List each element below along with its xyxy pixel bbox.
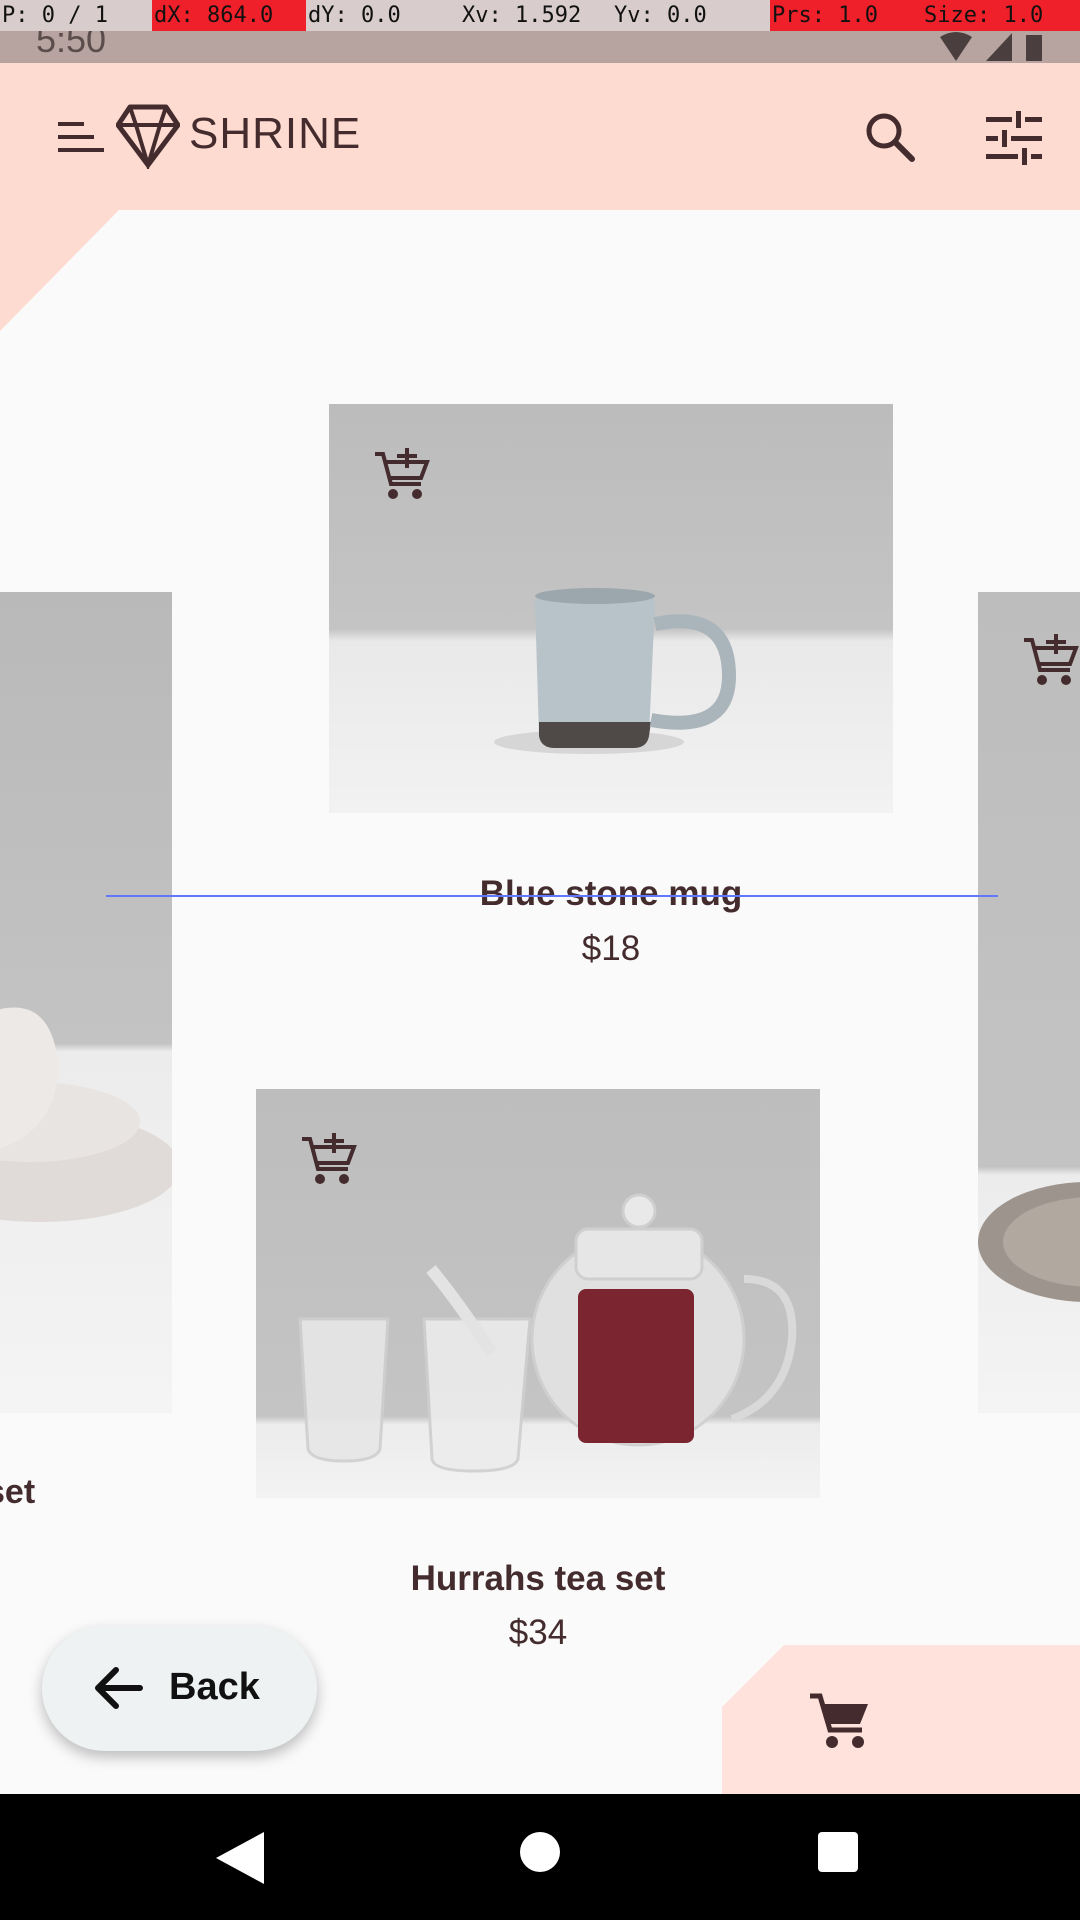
menu-icon[interactable] — [58, 118, 108, 158]
left-partial-title-text: set — [0, 1473, 36, 1511]
back-button-label: Back — [169, 1666, 260, 1708]
add-to-cart-icon[interactable] — [300, 1133, 358, 1191]
product-price: $18 — [581, 929, 641, 968]
signal-icon — [986, 33, 1012, 61]
pointer-trace-line — [106, 895, 998, 897]
debug-xv: Xv: 1.592 — [462, 3, 582, 28]
pointer-debug-overlay: P: 0 / 1 dX: 864.0 dY: 0.0 Xv: 1.592 Yv:… — [0, 0, 1080, 31]
diamond-logo-icon — [116, 104, 180, 169]
system-nav-bar — [0, 1794, 1080, 1920]
debug-pointer-count: P: 0 / 1 — [2, 3, 108, 28]
product-title: Hurrahs tea set — [410, 1559, 666, 1598]
add-to-cart-icon[interactable] — [373, 448, 431, 506]
status-icons — [938, 31, 1044, 63]
nav-back-icon[interactable] — [212, 1828, 268, 1888]
right-partial-product-image[interactable] — [978, 592, 1080, 1413]
app-bar: SHRINE — [0, 63, 1080, 210]
arrow-back-icon — [95, 1667, 143, 1709]
product-card-hurrahs-tea-set[interactable] — [256, 1089, 820, 1498]
nav-home-icon[interactable] — [520, 1832, 560, 1872]
backdrop-notch — [0, 209, 120, 331]
shrine-app-screen: P: 0 / 1 dX: 864.0 dY: 0.0 Xv: 1.592 Yv:… — [0, 0, 1080, 1920]
battery-icon — [1026, 35, 1042, 61]
nav-recents-icon[interactable] — [818, 1832, 858, 1872]
debug-dx: dX: 864.0 — [152, 0, 306, 31]
left-partial-product-title: set — [0, 1473, 35, 1512]
debug-dy: dY: 0.0 — [308, 3, 401, 28]
plate-photo — [978, 1182, 1080, 1302]
debug-pressure: Prs: 1.0 — [770, 0, 922, 31]
brand-title: SHRINE — [189, 109, 362, 158]
bowl-photo — [0, 1007, 172, 1222]
product-title: Blue stone mug — [479, 874, 743, 913]
status-bar: 5:50 — [0, 19, 1080, 63]
back-button[interactable]: Back — [42, 1626, 317, 1751]
product-card-blue-stone-mug[interactable] — [329, 404, 893, 813]
tune-icon[interactable] — [986, 111, 1042, 165]
debug-yv: Yv: 0.0 — [614, 3, 707, 28]
wifi-icon — [940, 32, 972, 61]
debug-size: Size: 1.0 — [922, 0, 1080, 31]
cart-shortcut[interactable] — [722, 1645, 1080, 1794]
left-partial-product-image[interactable] — [0, 592, 172, 1413]
shopping-cart-icon[interactable] — [808, 1692, 870, 1752]
search-icon[interactable] — [862, 109, 918, 165]
